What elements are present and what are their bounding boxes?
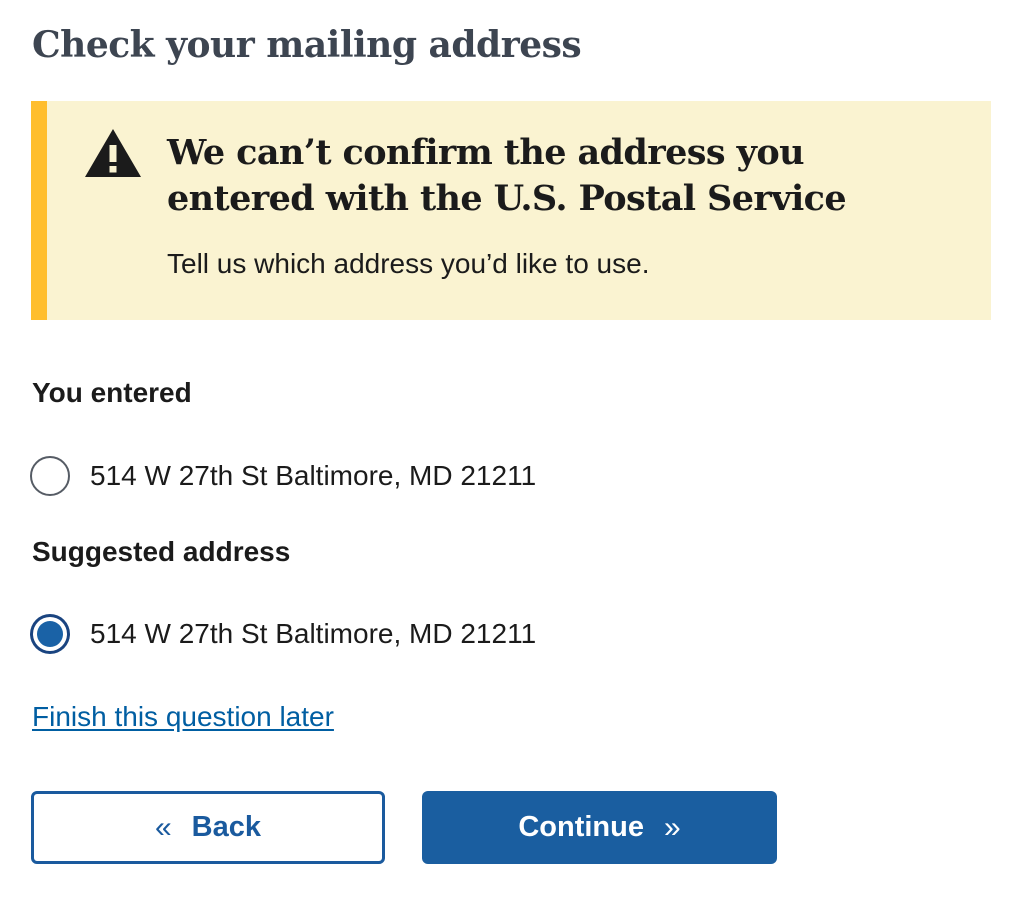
entered-address-radio[interactable] [30, 456, 70, 496]
suggested-address-text: 514 W 27th St Baltimore, MD 21211 [90, 618, 537, 649]
back-button[interactable]: « Back [31, 791, 385, 864]
continue-button-label: Continue [518, 811, 644, 843]
alert-accent-bar [31, 101, 47, 320]
continue-button[interactable]: Continue » [422, 791, 777, 864]
suggested-address-label: Suggested address [32, 536, 291, 567]
you-entered-label: You entered [32, 377, 192, 408]
finish-later-link[interactable]: Finish this question later [32, 697, 334, 737]
suggested-address-radio[interactable] [30, 614, 70, 654]
chevron-double-right-icon: » [663, 810, 681, 844]
chevron-double-left-icon: « [154, 810, 172, 844]
entered-address-option[interactable]: 514 W 27th St Baltimore, MD 21211 [30, 454, 536, 498]
alert-heading: We can’t confirm the address you entered… [167, 132, 847, 219]
page-title: Check your mailing address [32, 24, 582, 66]
back-button-label: Back [191, 811, 261, 843]
entered-address-text: 514 W 27th St Baltimore, MD 21211 [90, 460, 537, 491]
suggested-address-option[interactable]: 514 W 27th St Baltimore, MD 21211 [30, 612, 536, 656]
warning-icon [85, 129, 141, 177]
alert-body-text: Tell us which address you’d like to use. [167, 248, 650, 279]
